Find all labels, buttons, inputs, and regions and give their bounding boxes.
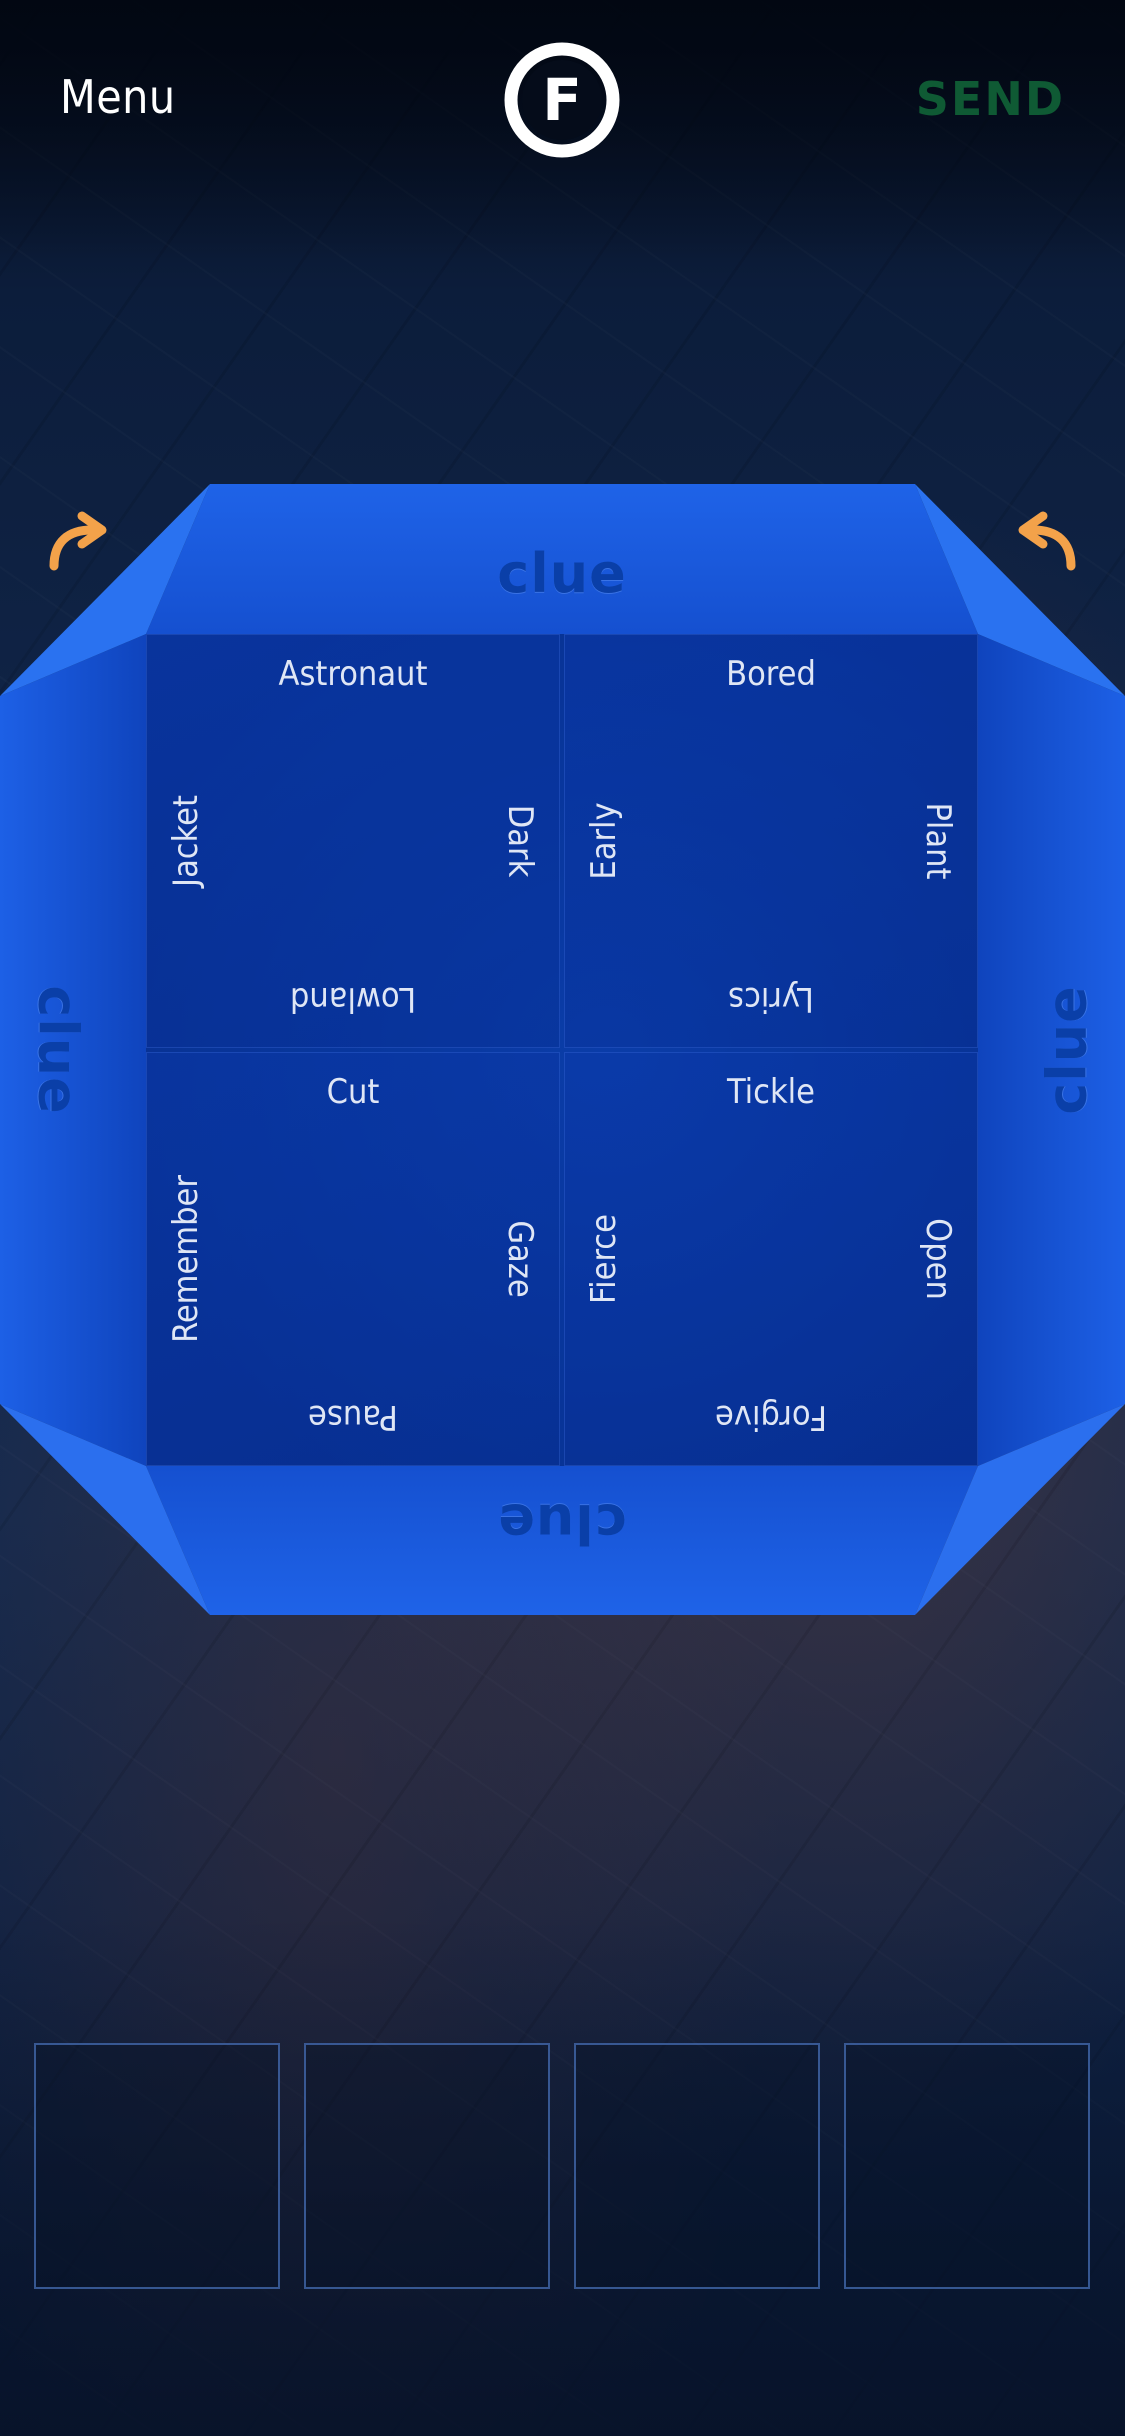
card-word-right: Open: [918, 1218, 958, 1300]
card-word-left: Jacket: [166, 795, 206, 887]
word-card[interactable]: Cut Gaze Pause Remember: [146, 1052, 560, 1466]
clue-input-top[interactable]: clue: [497, 542, 627, 605]
card-word-bottom: Forgive: [715, 1397, 827, 1437]
game-board: clue clue clue clue Astronaut Dark Lowla…: [0, 482, 1125, 1617]
word-card[interactable]: Bored Plant Lyrics Early: [564, 634, 978, 1048]
card-word-left: Early: [584, 802, 624, 880]
card-slot-1[interactable]: [34, 2043, 280, 2289]
card-slot-2[interactable]: [304, 2043, 550, 2289]
card-word-right: Gaze: [500, 1220, 540, 1298]
card-word-right: Plant: [918, 802, 958, 880]
card-word-bottom: Lyrics: [728, 979, 814, 1019]
card-word-top: Bored: [726, 654, 816, 694]
logo-icon: F: [504, 42, 620, 158]
word-card[interactable]: Astronaut Dark Lowland Jacket: [146, 634, 560, 1048]
send-button[interactable]: SEND: [916, 72, 1065, 126]
card-slot-3[interactable]: [574, 2043, 820, 2289]
menu-button[interactable]: Menu: [60, 70, 176, 124]
card-word-top: Tickle: [727, 1072, 815, 1112]
card-word-bottom: Pause: [308, 1397, 398, 1437]
card-word-left: Fierce: [584, 1214, 624, 1304]
card-slot-4[interactable]: [844, 2043, 1090, 2289]
clue-input-right[interactable]: clue: [1036, 985, 1099, 1115]
clue-input-left[interactable]: clue: [27, 985, 90, 1115]
word-card[interactable]: Tickle Open Forgive Fierce: [564, 1052, 978, 1466]
clue-input-bottom[interactable]: clue: [497, 1492, 627, 1555]
logo-letter: F: [542, 66, 582, 134]
card-tray: [34, 2043, 1092, 2289]
card-word-top: Astronaut: [278, 654, 428, 694]
card-grid: Astronaut Dark Lowland Jacket Bored Plan…: [146, 634, 978, 1466]
card-word-top: Cut: [326, 1072, 380, 1112]
card-word-bottom: Lowland: [289, 979, 417, 1019]
card-word-left: Remember: [166, 1175, 206, 1343]
card-word-right: Dark: [500, 804, 540, 878]
